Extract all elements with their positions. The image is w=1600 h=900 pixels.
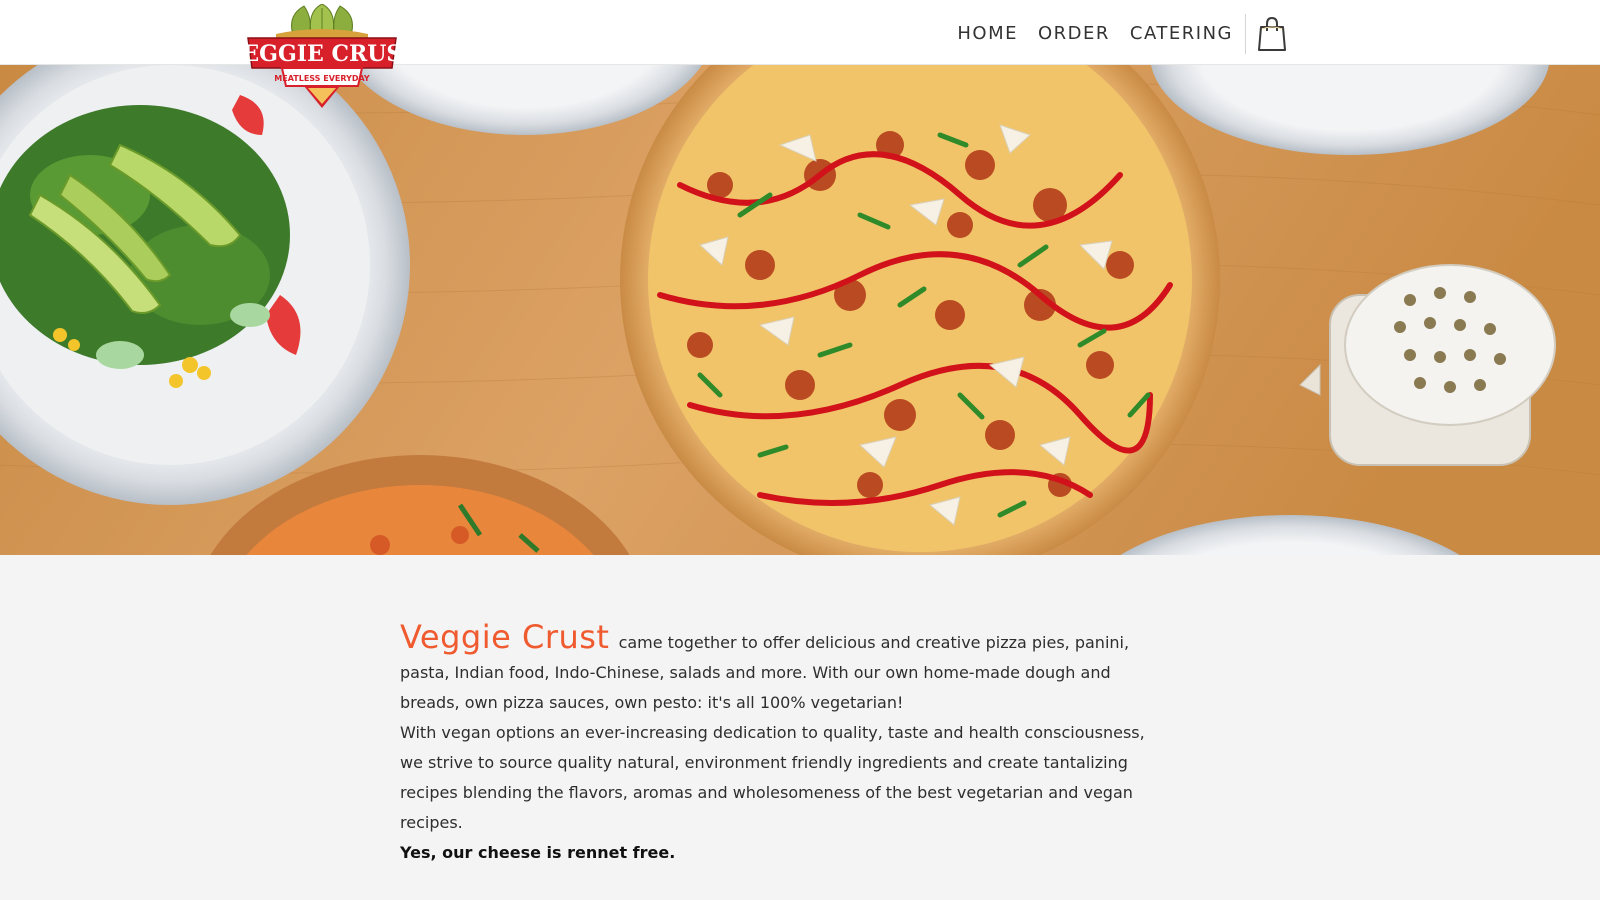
about-intro-paragraph: Veggie Crust came together to offer deli… xyxy=(400,621,1170,718)
brand-heading: Veggie Crust xyxy=(400,618,610,656)
hero-food-image xyxy=(0,65,1600,555)
logo-tagline: MEATLESS EVERYDAY xyxy=(274,74,370,83)
nav-home-link[interactable]: HOME xyxy=(957,18,1018,50)
logo-title: VEGGIE CRUST xyxy=(246,41,398,67)
site-header: HOME ORDER CATERING xyxy=(0,0,1600,65)
nav-order-link[interactable]: ORDER xyxy=(1038,18,1110,50)
veggie-crust-logo[interactable]: VEGGIE CRUST MEATLESS EVERYDAY xyxy=(224,3,419,110)
about-mission-text: With vegan options an ever-increasing de… xyxy=(400,723,1145,832)
nav-catering-link[interactable]: CATERING xyxy=(1130,18,1233,50)
main-nav: HOME ORDER CATERING xyxy=(937,14,1288,54)
shopping-bag-icon[interactable] xyxy=(1256,16,1288,52)
nav-divider xyxy=(1245,14,1246,54)
about-section: Veggie Crust came together to offer deli… xyxy=(400,621,1170,868)
rennet-free-note: Yes, our cheese is rennet free. xyxy=(400,843,676,862)
